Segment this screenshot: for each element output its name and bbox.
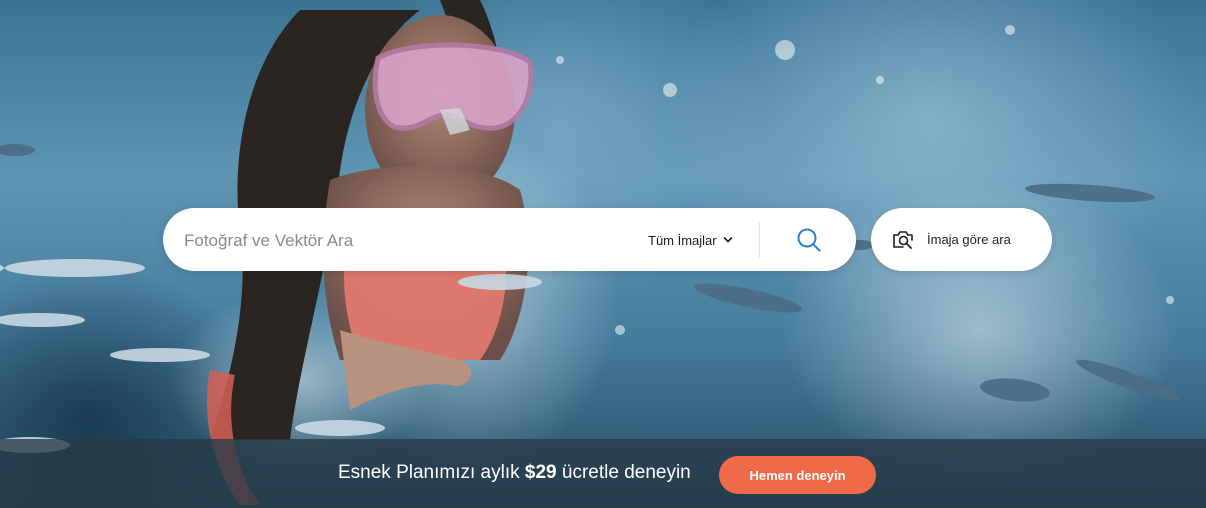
promo-text-before: Esnek Planımızı aylık — [338, 462, 525, 483]
image-search-button[interactable]: İmaja göre ara — [871, 208, 1052, 271]
promo-price: $29 — [524, 462, 557, 483]
camera-search-icon — [893, 230, 913, 249]
search-input[interactable] — [182, 226, 616, 256]
search-icon — [797, 228, 821, 252]
search-bar: Tüm İmajlar — [163, 208, 856, 271]
promo-text-after: ücretle deneyin — [556, 462, 691, 483]
try-now-button[interactable]: Hemen deneyin — [719, 456, 876, 494]
chevron-down-icon — [723, 237, 732, 243]
promo-banner: Esnek Planımızı aylık $29 ücretle deneyi… — [0, 439, 1206, 508]
promo-text: Esnek Planımızı aylık $29 ücretle deneyi… — [338, 461, 691, 485]
search-button[interactable] — [783, 218, 835, 262]
search-bar-divider — [759, 222, 760, 258]
image-type-filter-dropdown[interactable]: Tüm İmajlar — [648, 229, 733, 251]
filter-dropdown-label: Tüm İmajlar — [648, 232, 717, 248]
image-search-label: İmaja göre ara — [927, 232, 1011, 247]
